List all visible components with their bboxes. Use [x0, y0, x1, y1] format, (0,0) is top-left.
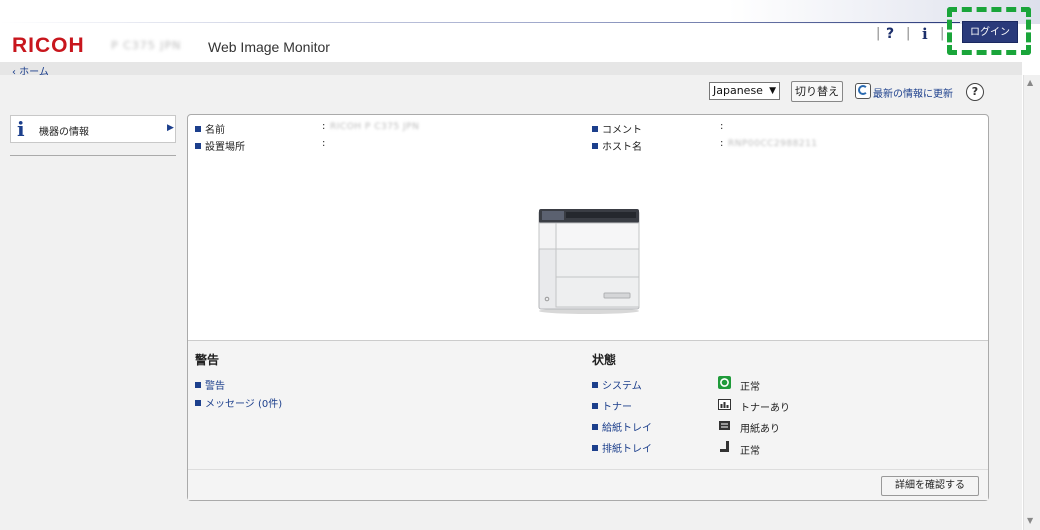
- footer-divider: [188, 469, 988, 470]
- header-gradient: [0, 0, 1040, 24]
- toner-icon: [718, 399, 731, 410]
- info-icon: i: [17, 117, 25, 141]
- help-circle-icon[interactable]: ?: [966, 83, 984, 101]
- refresh-icon[interactable]: [855, 83, 871, 99]
- system-ok-icon: [718, 376, 731, 389]
- header-separator: |: [876, 26, 881, 41]
- location-label: 設置場所: [195, 138, 245, 153]
- output-tray-status-value: 正常: [740, 446, 760, 457]
- breadcrumb-bar: [0, 62, 1022, 75]
- toner-status-link[interactable]: トナー: [592, 398, 632, 413]
- toner-status-value: トナーあり: [740, 403, 790, 414]
- output-tray-status-link[interactable]: 排紙トレイ: [592, 440, 652, 455]
- host-value: RNP00CC2988211: [728, 139, 818, 149]
- chevron-right-icon: ▶: [167, 123, 174, 133]
- messages-link[interactable]: メッセージ (0件): [195, 395, 282, 410]
- status-section: [188, 341, 988, 500]
- printer-image: [538, 209, 640, 314]
- language-select[interactable]: Japanese ▼: [709, 82, 780, 100]
- host-label: ホスト名: [592, 138, 642, 153]
- header-accent-line: [0, 22, 960, 23]
- help-icon[interactable]: ?: [886, 26, 894, 42]
- scroll-down-icon[interactable]: ▼: [1027, 516, 1033, 525]
- alerts-title: 警告: [195, 353, 220, 367]
- scroll-up-icon[interactable]: ▲: [1027, 78, 1033, 87]
- brand-logo: RICOH: [12, 34, 85, 57]
- name-label: 名前: [195, 121, 225, 136]
- language-selected-value: Japanese: [713, 84, 763, 97]
- model-name: P C375 JPN: [111, 39, 182, 52]
- info-icon[interactable]: i: [922, 25, 928, 43]
- alerts-link[interactable]: 警告: [195, 377, 225, 392]
- login-highlight-frame: [947, 7, 1031, 55]
- header-separator: |: [940, 26, 945, 41]
- vertical-scrollbar[interactable]: [1023, 75, 1040, 530]
- sidebar-item-label: 機器の情報: [39, 127, 89, 138]
- chevron-down-icon: ▼: [769, 86, 776, 96]
- comment-label: コメント: [592, 121, 642, 136]
- sidebar-divider: [10, 155, 176, 156]
- paper-tray-status-link[interactable]: 給紙トレイ: [592, 419, 652, 434]
- header-separator: |: [906, 26, 911, 41]
- output-tray-icon: [720, 441, 729, 452]
- colon: :: [322, 121, 326, 132]
- colon: :: [322, 138, 326, 149]
- colon: :: [720, 121, 724, 132]
- name-value: RICOH P C375 JPN: [330, 122, 420, 132]
- colon: :: [720, 138, 724, 149]
- status-title: 状態: [592, 353, 617, 367]
- view-details-button[interactable]: 詳細を確認する: [881, 476, 979, 496]
- switch-language-button[interactable]: 切り替え: [791, 81, 843, 102]
- refresh-link[interactable]: 最新の情報に更新: [873, 85, 953, 100]
- paper-tray-status-value: 用紙あり: [740, 424, 780, 435]
- sidebar-item-device-info[interactable]: i 機器の情報 ▶: [10, 115, 176, 143]
- paper-tray-icon: [719, 421, 730, 430]
- system-status-value: 正常: [740, 382, 760, 393]
- app-title: Web Image Monitor: [208, 39, 330, 55]
- system-status-link[interactable]: システム: [592, 377, 642, 392]
